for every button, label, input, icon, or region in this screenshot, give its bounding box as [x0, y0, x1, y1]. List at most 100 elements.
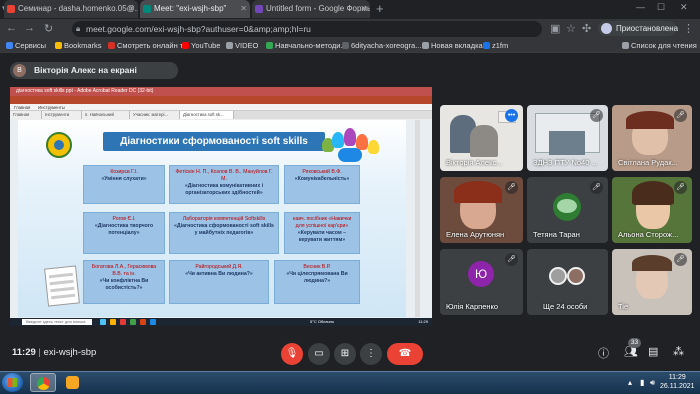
profile-paused-button[interactable]: Приостановлена [598, 21, 678, 36]
more-options-button[interactable]: ⋮ [360, 343, 382, 365]
mic-off-icon: 🎤︎ [505, 253, 518, 266]
participant-tile[interactable]: 🎤︎ Tie [612, 249, 692, 315]
bookmark-video[interactable]: VIDEO [226, 39, 258, 53]
slide-box: Фетіскін Н. П., Козлов В. В., Мануйлов Г… [169, 165, 279, 204]
speaking-indicator-icon: ••• [505, 109, 518, 122]
meet-icon [143, 5, 151, 13]
meeting-info: 11:29 | exi-wsjh-sbp [12, 347, 97, 358]
mic-off-icon: 🎤︎ [674, 181, 687, 194]
mic-off-icon: 🎤︎ [590, 181, 603, 194]
taskbar-app-button[interactable] [60, 373, 86, 392]
bookmark-star-icon[interactable]: ☆ [566, 22, 576, 35]
close-tab-icon[interactable]: ✕ [240, 0, 247, 18]
slide-box: Райгородський Д.Я. «Чи активна Ви людина… [169, 260, 269, 304]
chrome-icon [37, 377, 50, 390]
participant-tile[interactable]: 🎤︎ Тетяна Таран [527, 177, 608, 243]
close-tab-icon[interactable]: ✕ [360, 0, 367, 18]
camera-permission-icon[interactable]: ▣ [550, 22, 560, 35]
address-bar[interactable]: 🔒︎ meet.google.com/exi-wsjh-sbp?authuser… [72, 21, 542, 37]
app-icon [66, 376, 79, 389]
browser-menu-icon[interactable]: ⋮ [683, 22, 694, 35]
present-button[interactable]: ⊞ [334, 343, 356, 365]
maximize-window-icon[interactable]: ☐ [657, 2, 665, 13]
new-tab-button[interactable]: + [376, 0, 384, 18]
chat-icon[interactable]: ▤ [648, 345, 658, 358]
bookmark-apps[interactable]: Сервисы [6, 39, 46, 53]
bookmark-new-tab[interactable]: Новая вкладка [422, 39, 483, 53]
participant-avatar [567, 267, 585, 285]
browser-tab-meet[interactable]: Meet: "exi-wsjh-sbp" ✕ [140, 0, 250, 18]
apps-grid-icon [6, 42, 13, 49]
bookmark-folder[interactable]: Bookmarks [55, 39, 102, 53]
site-icon [422, 42, 429, 49]
participant-avatar [549, 267, 567, 285]
bookmark-youtube[interactable]: YouTube [182, 39, 220, 53]
participant-tile[interactable]: 🎤︎ Світлана Рудак... [612, 105, 692, 171]
slide-box: Рогов Є.І. «Діагностика творчого потенці… [83, 212, 165, 254]
presenter-avatar: В [13, 64, 26, 77]
participant-tile[interactable]: 🎤︎ ЗДНЗ ПТУ No40 ... [527, 105, 608, 171]
gmail-icon [7, 5, 15, 13]
reading-list-icon [622, 42, 629, 49]
participant-tile[interactable]: ••• Вікторія Алекс... [440, 105, 523, 171]
shared-windows-taskbar: Введите здесь текст для поиска 5°C Облач… [10, 318, 432, 326]
bookmark-choreography[interactable]: 6dityacha-xoreogra... [342, 39, 421, 53]
activities-icon[interactable]: ⁂ [673, 345, 684, 358]
tray-arrow-icon[interactable]: ▴ [628, 378, 632, 387]
forward-icon[interactable]: → [24, 22, 35, 34]
browser-tab-gmail[interactable]: Семинар - dasha.homenko.05@... ✕ [4, 0, 138, 18]
present-screen-icon: ⊞ [340, 348, 350, 359]
start-button[interactable] [2, 373, 23, 392]
meeting-details-icon[interactable]: ⓘ [598, 345, 609, 361]
reload-icon[interactable]: ↻ [44, 22, 53, 35]
site-icon [108, 42, 115, 49]
hang-up-icon: ☎︎ [398, 348, 412, 359]
bookmark-methodical[interactable]: Навчально-методи... [266, 39, 347, 53]
minimize-window-icon[interactable]: — [636, 2, 645, 12]
participant-tile[interactable]: 🎤︎ Елена Арутюнян [440, 177, 523, 243]
presentation-slide: Діагностики сформованості soft skills Ко… [18, 120, 406, 317]
participant-avatar: Ю [468, 261, 494, 287]
camera-icon: ▭ [314, 348, 324, 359]
mic-toggle-button[interactable]: 🎙︎ [281, 343, 303, 365]
more-participants-tile[interactable]: Ще 24 особи [527, 249, 608, 315]
presenter-label: Вікторія Алекс на екрані [34, 65, 137, 75]
mic-off-icon: 🎙︎ [285, 348, 299, 359]
folder-icon [226, 42, 233, 49]
slide-box: Весник В.Р. «Чи цілеспрямована Ви людина… [274, 260, 360, 304]
mic-off-icon: 🎤︎ [590, 109, 603, 122]
shared-window-title: діагностика soft skills ppt - Adobe Acro… [10, 87, 432, 96]
site-icon [342, 42, 349, 49]
folder-icon [55, 42, 62, 49]
windows-taskbar [0, 371, 700, 394]
slide-box: навч. посібник «Навички для успішної кар… [284, 212, 360, 254]
slide-title: Діагностики сформованості soft skills [103, 132, 325, 151]
extensions-icon[interactable]: ✣ [582, 22, 591, 35]
camera-toggle-button[interactable]: ▭ [308, 343, 330, 365]
volume-icon[interactable]: 🔊︎ [650, 378, 655, 388]
reading-list[interactable]: Список для чтения [622, 39, 697, 53]
participants-count-badge: 33 [628, 338, 641, 348]
close-window-icon[interactable]: ✕ [680, 2, 688, 13]
participant-tile[interactable]: 🎤︎ Альона Сторож... [612, 177, 692, 243]
checklist-illustration [44, 265, 80, 307]
bookmark-z1fm[interactable]: z1fm [483, 39, 508, 53]
slide-box: Ряховський В.Ф. «Комунікабельність» [284, 165, 360, 204]
close-tab-icon[interactable]: ✕ [128, 0, 135, 18]
slide-box: Лабораторія компетенцій Softskills «Діаг… [169, 212, 279, 254]
participant-tile[interactable]: Ю 🎤︎ Юлія Карпенко [440, 249, 523, 315]
people-illustration [318, 126, 382, 166]
bookmark-watch-online[interactable]: Смотреть онлайн т... [108, 39, 189, 53]
leave-call-button[interactable]: ☎︎ [387, 343, 423, 365]
slide-box: Богатова Л.А., Герасимова В.В. та ін. «Ч… [83, 260, 165, 304]
lock-icon: 🔒︎ [76, 24, 81, 33]
site-icon [266, 42, 273, 49]
taskbar-chrome-button[interactable] [30, 373, 56, 392]
presenter-chip[interactable]: В Вікторія Алекс на екрані [10, 62, 178, 79]
network-icon[interactable]: ▮ [640, 378, 644, 387]
back-icon[interactable]: ← [6, 22, 17, 34]
browser-tab-forms[interactable]: Untitled form - Google Формы ✕ [252, 0, 370, 18]
mic-off-icon: 🎤︎ [505, 181, 518, 194]
taskbar-clock[interactable]: 11:29 26.11.2021 [660, 373, 695, 391]
shared-window-menu: Главная Инструменты [10, 104, 432, 111]
